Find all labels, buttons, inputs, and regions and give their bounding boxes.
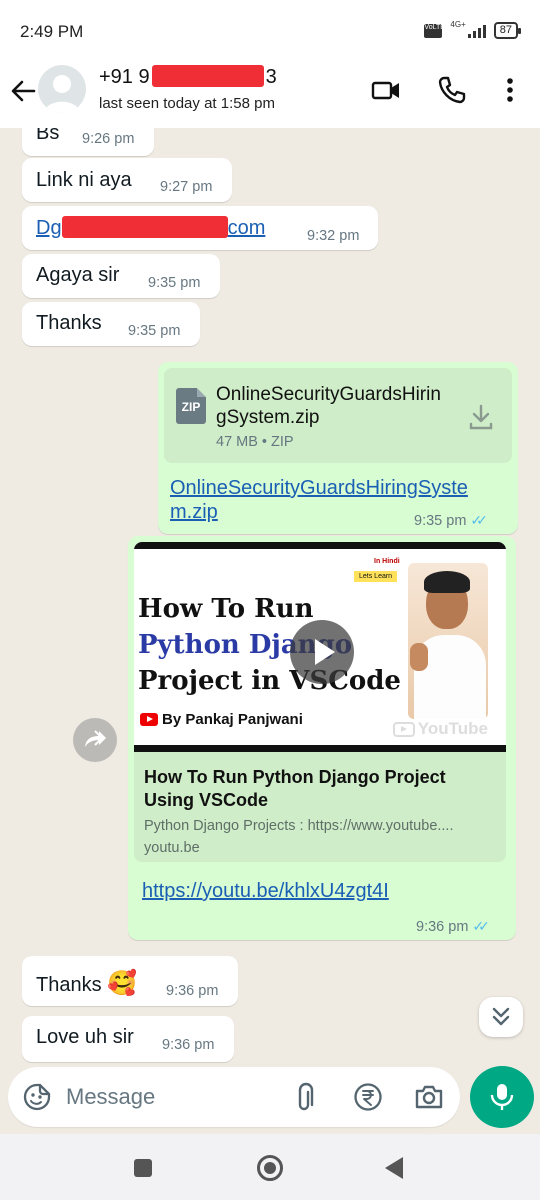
status-icons: VoLTE 4G+ 87 xyxy=(424,20,522,39)
network-type: 4G+ xyxy=(450,20,466,29)
message-time: 9:32 pm xyxy=(307,228,360,244)
battery-indicator: 87 xyxy=(493,22,522,39)
message-link[interactable]: https://youtu.be/khlxU4zgt4I xyxy=(142,880,389,903)
preview-domain: youtu.be xyxy=(144,840,200,856)
volte-icon: VoLTE xyxy=(424,23,445,38)
more-vertical-icon[interactable] xyxy=(494,74,526,106)
youtube-mini-icon xyxy=(140,713,158,726)
message-text: Agaya sir xyxy=(36,264,120,286)
download-icon[interactable] xyxy=(466,402,496,432)
voice-call-icon[interactable] xyxy=(436,74,468,106)
message-time: 9:35 pm xyxy=(128,323,181,339)
rupee-payment-icon[interactable] xyxy=(353,1082,383,1112)
signal-icon xyxy=(467,24,486,38)
thumbnail-title-line: How To Run xyxy=(138,594,314,624)
file-name: OnlineSecurityGuardsHiringSystem.zip xyxy=(216,384,441,428)
message-bubble-outgoing-file[interactable]: ZIP OnlineSecurityGuardsHiringSystem.zip… xyxy=(158,362,518,534)
message-text: Thanks xyxy=(36,312,102,334)
message-time: 9:36 pm xyxy=(166,983,219,999)
time-text: 9:35 pm xyxy=(414,513,467,529)
read-ticks-icon: ✓✓ xyxy=(470,512,488,528)
time-text: 9:36 pm xyxy=(416,919,469,935)
message-bubble-incoming[interactable]: Thanks 9:35 pm xyxy=(22,302,200,346)
message-text-body: Thanks xyxy=(36,974,102,996)
attach-icon[interactable] xyxy=(291,1081,321,1113)
message-bubble-incoming[interactable]: Agaya sir 9:35 pm xyxy=(22,254,220,298)
message-time: 9:36 pm xyxy=(162,1037,215,1053)
link-preview-card[interactable]: In Hindi Lets Learn How To Run Python Dj… xyxy=(134,542,506,862)
chat-header: +91 9 3 last seen today at 1:58 pm xyxy=(0,62,540,128)
message-bubble-incoming[interactable]: Link ni aya 9:27 pm xyxy=(22,158,232,202)
message-time: 9:35 pm xyxy=(148,275,201,291)
home-icon[interactable] xyxy=(257,1155,283,1181)
contact-name[interactable]: +91 9 3 xyxy=(99,65,277,89)
emoji-smiling-hearts: 🥰 xyxy=(107,970,138,997)
last-seen-status: last seen today at 1:58 pm xyxy=(99,95,275,112)
avatar-placeholder-icon xyxy=(44,75,80,113)
caption-line: OnlineSecurityGuardsHiringSyste xyxy=(170,477,468,499)
redaction-mark xyxy=(151,65,264,87)
presenter-photo xyxy=(408,563,488,719)
system-navigation-bar xyxy=(0,1134,540,1200)
message-text: Thanks 🥰 xyxy=(36,969,137,998)
video-thumbnail[interactable]: In Hindi Lets Learn How To Run Python Dj… xyxy=(134,542,506,752)
message-input[interactable]: Message xyxy=(66,1084,155,1110)
thumbnail-byline: By Pankaj Panjwani xyxy=(140,711,303,728)
message-bubble-incoming[interactable]: Love uh sir 9:36 pm xyxy=(22,1016,234,1062)
mic-button[interactable] xyxy=(470,1066,534,1128)
message-time: 9:36 pm ✓✓ xyxy=(416,918,490,935)
back-icon[interactable] xyxy=(385,1157,403,1179)
camera-icon[interactable] xyxy=(413,1082,445,1112)
status-bar: 2:49 PM VoLTE 4G+ 87 xyxy=(0,0,540,62)
message-bubble-outgoing-link[interactable]: In Hindi Lets Learn How To Run Python Dj… xyxy=(128,536,516,940)
preview-title: How To Run Python Django Project Using V… xyxy=(144,767,446,810)
message-bubble-incoming[interactable]: Dg com 9:32 pm xyxy=(22,206,378,250)
play-icon[interactable] xyxy=(290,620,354,684)
file-attachment[interactable]: ZIP OnlineSecurityGuardsHiringSystem.zip… xyxy=(164,368,512,463)
recents-icon[interactable] xyxy=(134,1159,152,1177)
message-link[interactable]: Dg com xyxy=(36,216,265,240)
read-ticks-icon: ✓✓ xyxy=(472,918,490,934)
message-text: Bs xyxy=(36,128,60,144)
emoji-sticker-icon[interactable] xyxy=(22,1082,52,1112)
scroll-down-icon[interactable] xyxy=(479,997,523,1037)
message-composer: Message xyxy=(8,1067,460,1127)
youtube-logo: YouTube xyxy=(392,719,488,739)
message-time: 9:26 pm xyxy=(82,131,135,147)
mic-icon xyxy=(490,1084,514,1110)
message-time: 9:35 pm ✓✓ xyxy=(414,512,488,529)
message-text: Love uh sir xyxy=(36,1026,134,1048)
avatar[interactable] xyxy=(38,65,86,113)
redaction-mark xyxy=(61,216,228,238)
chat-area[interactable]: Bs 9:26 pm Link ni aya 9:27 pm Dg com 9:3… xyxy=(0,128,540,1066)
preview-description: Python Django Projects : https://www.you… xyxy=(144,818,454,834)
back-arrow-icon[interactable] xyxy=(8,76,38,106)
youtube-brand: YouTube xyxy=(417,719,488,738)
message-text: Link ni aya xyxy=(36,169,132,191)
message-bubble-incoming[interactable]: Thanks 🥰 9:36 pm xyxy=(22,956,238,1006)
file-meta: 47 MB • ZIP xyxy=(216,434,294,450)
youtube-play-icon xyxy=(392,721,415,737)
byline-text: By Pankaj Panjwani xyxy=(162,711,303,728)
link-end: com xyxy=(227,217,266,239)
message-bubble-incoming[interactable]: Bs 9:26 pm xyxy=(22,128,154,156)
link-start: Dg xyxy=(36,217,62,239)
status-time: 2:49 PM xyxy=(20,22,84,41)
message-time: 9:27 pm xyxy=(160,179,213,195)
thumbnail-tag: Lets Learn xyxy=(354,571,398,582)
thumbnail-title-line: Project in VSCode xyxy=(138,666,401,696)
forward-icon[interactable] xyxy=(73,718,117,762)
zip-file-icon: ZIP xyxy=(176,388,206,424)
contact-name-prefix: +91 9 xyxy=(99,66,150,88)
thumbnail-tag: In Hindi xyxy=(368,557,406,566)
video-call-icon[interactable] xyxy=(370,74,402,106)
contact-name-suffix: 3 xyxy=(265,66,277,88)
